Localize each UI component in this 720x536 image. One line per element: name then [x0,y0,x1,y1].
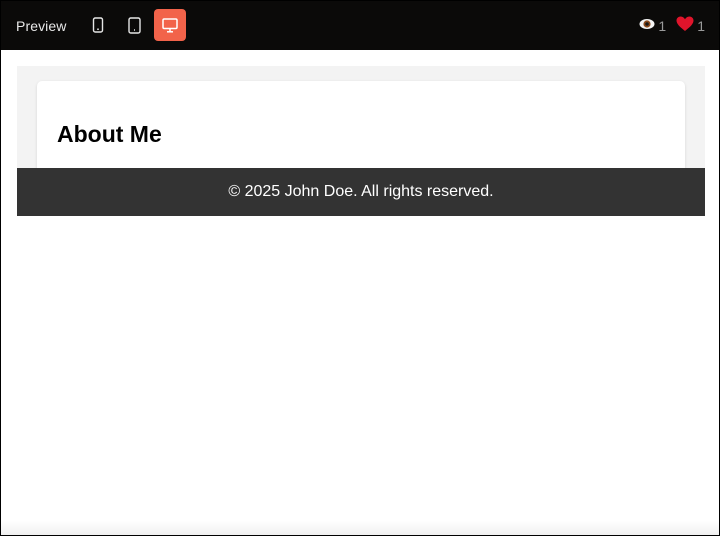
preview-toolbar: Preview 1 1 [1,1,719,50]
heart-icon [676,16,694,35]
likes-counter[interactable]: 1 [676,16,705,35]
desktop-view-button[interactable] [154,9,186,41]
mobile-icon [92,17,104,33]
tablet-icon [127,16,141,34]
preview-stats: 1 1 [639,1,705,50]
views-counter: 1 [639,18,666,34]
footer-copyright: © 2025 John Doe. All rights reserved. [228,183,494,200]
about-heading: About Me [57,121,162,147]
likes-count: 1 [697,17,705,34]
desktop-icon [162,17,178,33]
tablet-view-button[interactable] [118,9,150,41]
mobile-view-button[interactable] [82,9,114,41]
toolbar-title: Preview [16,17,67,34]
preview-window: Preview 1 1 About Me © 2025 John Doe. Al… [0,0,720,536]
eye-icon [639,18,655,33]
bottom-shadow [1,521,719,535]
about-section-card: About Me [37,81,685,181]
views-count: 1 [658,17,667,34]
page-footer: © 2025 John Doe. All rights reserved. [17,168,705,216]
